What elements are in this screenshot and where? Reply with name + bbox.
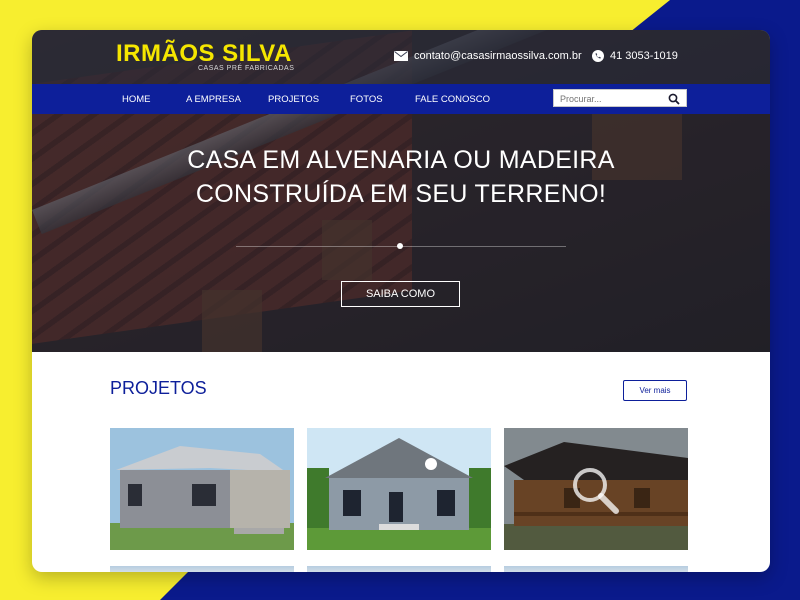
nav-item-home[interactable]: HOME — [122, 94, 151, 105]
project-card-2[interactable] — [307, 428, 491, 550]
contact-phone-text: 41 3053-1019 — [610, 50, 678, 62]
logo-subtitle: CASAS PRÉ FABRICADAS — [198, 65, 295, 72]
search-box — [553, 89, 687, 107]
website-frame: IRMÃOS SILVA CASAS PRÉ FABRICADAS contat… — [32, 30, 770, 572]
nav-item-a-empresa[interactable]: A EMPRESA — [186, 94, 241, 105]
ver-mais-button[interactable]: Ver mais — [623, 380, 687, 401]
contact-email-text: contato@casasirmaossilva.com.br — [414, 50, 582, 62]
hero-headline-line1: CASA EM ALVENARIA OU MADEIRA — [187, 146, 615, 174]
zoom-icon[interactable] — [568, 463, 622, 517]
project-card-4[interactable] — [110, 566, 294, 572]
nav-item-fale-conosco[interactable]: FALE CONOSCO — [415, 94, 490, 105]
search-input[interactable] — [560, 92, 660, 105]
saiba-como-button[interactable]: SAIBA COMO — [341, 281, 460, 307]
top-bar: IRMÃOS SILVA CASAS PRÉ FABRICADAS contat… — [32, 30, 770, 84]
logo-title[interactable]: IRMÃOS SILVA — [116, 40, 292, 68]
hero-headline-line2: CONSTRUÍDA EM SEU TERRENO! — [195, 180, 607, 208]
project-image-bungalow — [307, 428, 491, 550]
project-card-3[interactable] — [504, 428, 688, 550]
nav-item-projetos[interactable]: PROJETOS — [268, 94, 319, 105]
project-card-1[interactable] — [110, 428, 294, 550]
nav-item-fotos[interactable]: FOTOS — [350, 94, 383, 105]
contact-phone[interactable]: 41 3053-1019 — [592, 50, 678, 62]
slider-dot[interactable] — [397, 243, 403, 249]
project-card-6[interactable] — [504, 566, 688, 572]
project-image-gray-house — [110, 428, 294, 550]
contact-email[interactable]: contato@casasirmaossilva.com.br — [394, 50, 582, 62]
phone-icon — [592, 50, 604, 62]
envelope-icon — [394, 51, 408, 61]
projects-title: PROJETOS — [110, 378, 207, 398]
search-icon[interactable] — [668, 92, 680, 110]
project-card-5[interactable] — [307, 566, 491, 572]
